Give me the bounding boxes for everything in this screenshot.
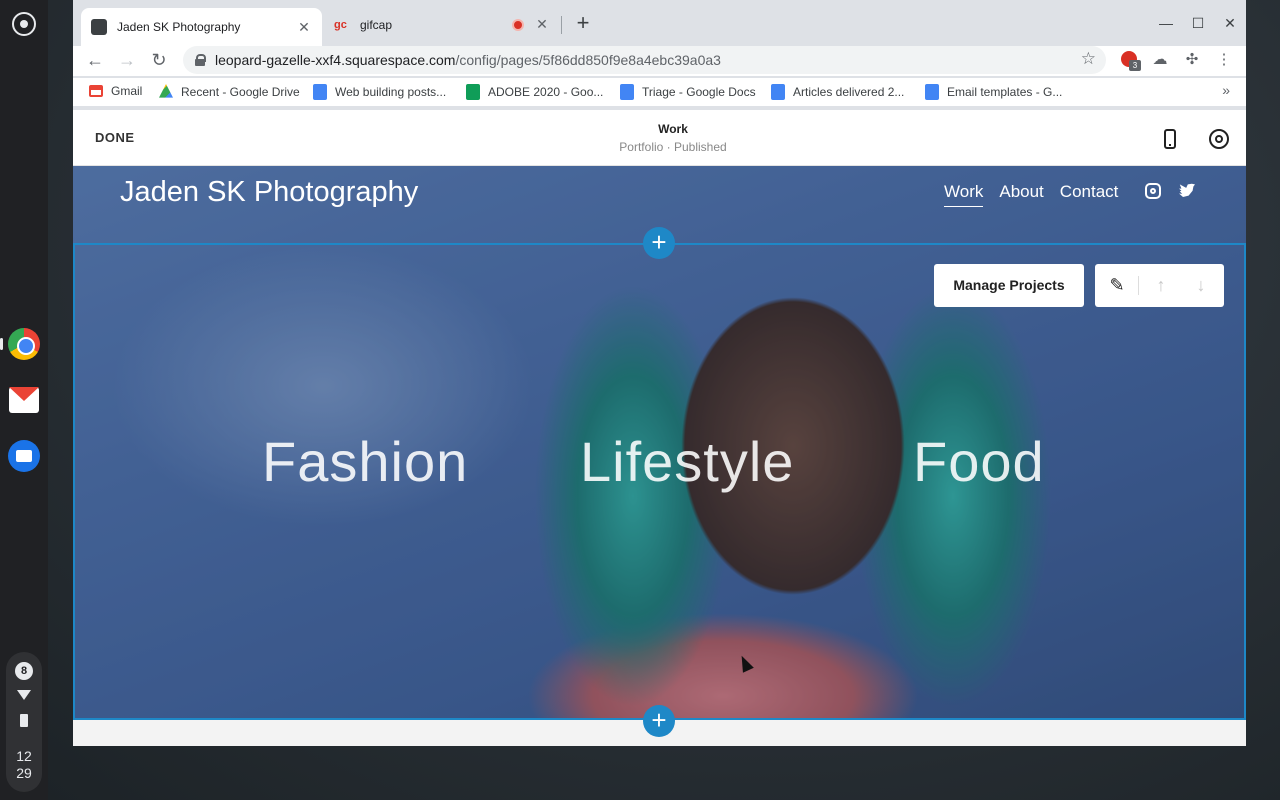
- bookmark-label: Email templates - G...: [947, 85, 1063, 99]
- pencil-icon[interactable]: ✎: [1097, 264, 1137, 307]
- url-path: /config/pages/5f86dd850f9e8a4ebc39a0a3: [455, 52, 721, 68]
- section-toolbar: ✎ ↑ ↓: [1095, 264, 1224, 307]
- more-menu-icon[interactable]: ⋮: [1214, 50, 1234, 70]
- bookmark-label: Recent - Google Drive: [181, 85, 300, 99]
- arrow-up-icon[interactable]: ↑: [1141, 264, 1181, 307]
- toolbar-divider: [1138, 276, 1139, 295]
- wifi-icon: [17, 690, 31, 700]
- address-bar[interactable]: leopard-gazelle-xxf4.squarespace.com/con…: [183, 46, 1106, 74]
- site-nav: Work About Contact: [944, 182, 1118, 207]
- docs-icon: [620, 84, 634, 100]
- close-icon[interactable]: ✕: [534, 16, 550, 33]
- gc-icon: gc: [334, 18, 347, 31]
- maximize-icon[interactable]: ☐: [1186, 12, 1210, 34]
- browser-toolbar: ← → ↻ leopard-gazelle-xxf4.squarespace.c…: [73, 46, 1246, 76]
- mobile-preview-icon[interactable]: [1164, 129, 1176, 149]
- bookmarks-bar: Gmail Recent - Google Drive Web building…: [73, 78, 1246, 106]
- bookmark-email-templates[interactable]: Email templates - G...: [925, 84, 1062, 100]
- close-icon[interactable]: ✕: [296, 19, 312, 36]
- add-section-top-button[interactable]: +: [643, 227, 675, 259]
- status-tray[interactable]: 8 12 29: [6, 652, 42, 792]
- chrome-icon[interactable]: [8, 328, 40, 360]
- sheets-icon: [466, 84, 480, 100]
- new-tab-button[interactable]: +: [571, 12, 595, 36]
- site-preview: Jaden SK Photography Work About Contact …: [73, 166, 1246, 720]
- category-fashion[interactable]: Fashion: [262, 429, 468, 494]
- lock-icon[interactable]: [195, 54, 206, 66]
- bookmark-label: Web building posts...: [335, 85, 447, 99]
- bookmarks-overflow-icon[interactable]: »: [1222, 82, 1230, 98]
- drive-icon: [159, 84, 173, 98]
- gmail-icon[interactable]: [9, 387, 39, 413]
- bookmark-articles[interactable]: Articles delivered 2...: [771, 84, 904, 100]
- docs-icon: [313, 84, 327, 100]
- notification-count: 8: [15, 662, 33, 680]
- bookmark-adobe[interactable]: ADOBE 2020 - Goo...: [466, 84, 603, 100]
- tab-active[interactable]: Jaden SK Photography ✕: [81, 8, 322, 46]
- site-title[interactable]: Jaden SK Photography: [120, 176, 418, 209]
- bookmark-label: Triage - Google Docs: [642, 85, 756, 99]
- close-window-icon[interactable]: ✕: [1218, 12, 1242, 34]
- settings-icon[interactable]: [1209, 129, 1229, 149]
- extension-cloud-icon[interactable]: ☁: [1150, 50, 1170, 70]
- nav-about[interactable]: About: [999, 182, 1043, 207]
- bookmark-triage[interactable]: Triage - Google Docs: [620, 84, 756, 100]
- clock: 12 29: [6, 748, 42, 782]
- bookmark-label: Articles delivered 2...: [793, 85, 905, 99]
- bookmark-web-building[interactable]: Web building posts...: [313, 84, 446, 100]
- squarespace-icon: [91, 19, 107, 35]
- nav-contact[interactable]: Contact: [1060, 182, 1119, 207]
- nav-work[interactable]: Work: [944, 182, 984, 207]
- editor-header: DONE Work Portfolio · Published: [73, 110, 1246, 166]
- active-app-indicator: [0, 338, 3, 350]
- url-host: leopard-gazelle-xxf4.squarespace.com: [215, 52, 456, 68]
- instagram-icon[interactable]: [1145, 183, 1161, 199]
- files-icon[interactable]: [8, 440, 40, 472]
- bookmark-label: ADOBE 2020 - Goo...: [488, 85, 604, 99]
- bookmark-star-icon[interactable]: ☆: [1081, 49, 1096, 69]
- category-lifestyle[interactable]: Lifestyle: [580, 429, 794, 494]
- back-icon[interactable]: ←: [83, 48, 107, 72]
- bookmark-label: Gmail: [111, 84, 143, 98]
- launcher-icon[interactable]: [12, 12, 36, 36]
- forward-icon[interactable]: →: [115, 48, 139, 72]
- recording-icon: [512, 18, 524, 31]
- browser-window: Jaden SK Photography ✕ gc gifcap ✕ + — ☐…: [73, 0, 1246, 746]
- mouse-cursor: [736, 653, 754, 673]
- tab-strip: Jaden SK Photography ✕ gc gifcap ✕ + — ☐…: [73, 0, 1246, 46]
- reload-icon[interactable]: ↻: [147, 48, 171, 72]
- bookmark-drive[interactable]: Recent - Google Drive: [159, 84, 300, 100]
- arrow-down-icon[interactable]: ↓: [1181, 264, 1221, 307]
- add-section-bottom-button[interactable]: +: [643, 705, 675, 737]
- category-food[interactable]: Food: [913, 429, 1045, 494]
- clock-hour: 12: [16, 748, 32, 764]
- gmail-icon: [89, 85, 103, 97]
- extension-badge: 3: [1129, 60, 1141, 71]
- clock-minute: 29: [16, 765, 32, 781]
- tab-separator: [561, 16, 562, 34]
- tab-title: Jaden SK Photography: [117, 20, 241, 34]
- done-button[interactable]: DONE: [95, 130, 135, 145]
- battery-icon: [20, 714, 28, 727]
- os-shelf: 8 12 29: [0, 0, 48, 800]
- page-status: Portfolio · Published: [619, 140, 727, 154]
- docs-icon: [925, 84, 939, 100]
- manage-projects-button[interactable]: Manage Projects: [934, 264, 1084, 307]
- minimize-icon[interactable]: —: [1154, 12, 1178, 34]
- bookmark-gmail[interactable]: Gmail: [89, 84, 142, 98]
- docs-icon: [771, 84, 785, 100]
- tab-gifcap[interactable]: gc gifcap ✕: [324, 8, 560, 41]
- page-meta: Work Portfolio · Published: [473, 122, 873, 154]
- tab-title: gifcap: [360, 17, 393, 32]
- page-title: Work: [658, 122, 688, 136]
- puzzle-icon[interactable]: ✣: [1182, 50, 1202, 70]
- twitter-icon[interactable]: [1179, 183, 1195, 197]
